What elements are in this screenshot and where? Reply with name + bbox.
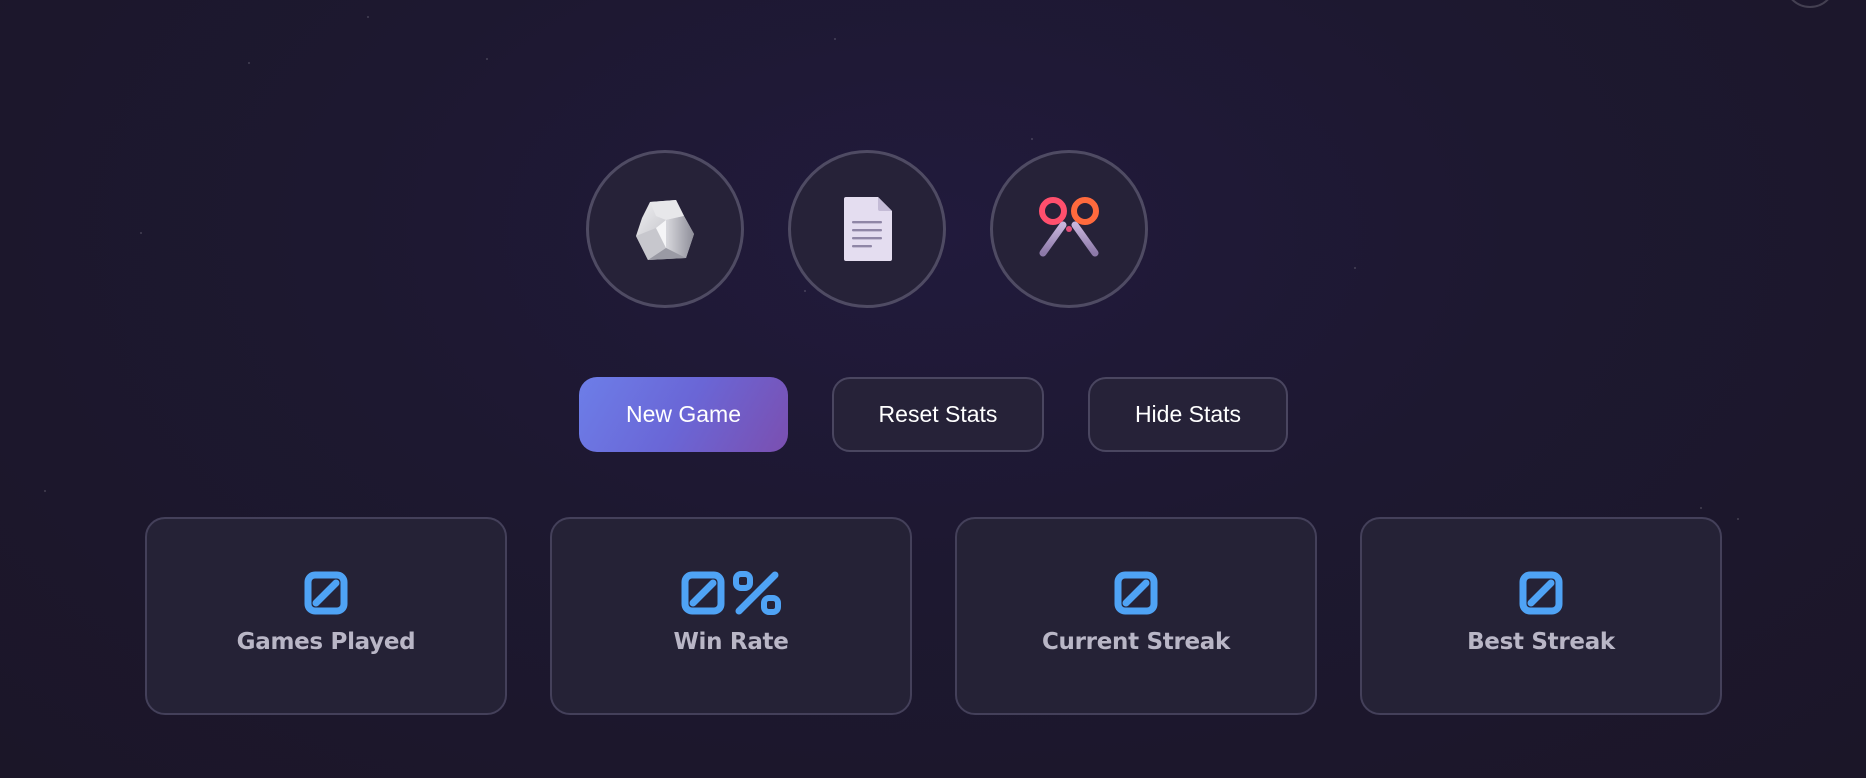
background-star [834, 38, 836, 40]
stat-label: Best Streak [1467, 629, 1615, 655]
paper-icon [844, 197, 892, 261]
background-star [486, 58, 488, 60]
rock-icon [636, 200, 694, 260]
best-streak-value: 0 [1519, 571, 1563, 615]
stat-card-current-streak: 0 Current Streak [955, 517, 1317, 715]
background-star [1700, 507, 1702, 509]
reset-stats-button[interactable]: Reset Stats [832, 377, 1044, 452]
stat-label: Games Played [236, 629, 416, 655]
current-streak-value: 0 [1114, 571, 1158, 615]
background-star [248, 62, 250, 64]
rock-button[interactable] [586, 150, 744, 308]
win-rate-value: 0% [681, 571, 781, 615]
stats-panel: 0 Games Played 0% Win Rate 0 [145, 517, 1722, 715]
background-star [1737, 518, 1739, 520]
stat-label: Win Rate [673, 629, 789, 655]
games-played-value: 0 [304, 571, 348, 615]
zero-glyph [304, 571, 348, 615]
zero-glyph [1114, 571, 1158, 615]
zero-glyph [1519, 571, 1563, 615]
new-game-button[interactable]: New Game [579, 377, 788, 452]
action-row: New Game Reset Stats Hide Stats [579, 377, 1288, 452]
stat-label: Current Streak [1041, 629, 1231, 655]
stat-card-games-played: 0 Games Played [145, 517, 507, 715]
corner-decoration [1784, 0, 1836, 8]
hide-stats-button[interactable]: Hide Stats [1088, 377, 1288, 452]
scissors-icon [1039, 197, 1099, 257]
scissors-button[interactable] [990, 150, 1148, 308]
stat-card-best-streak: 0 Best Streak [1360, 517, 1722, 715]
choice-row [0, 150, 1866, 308]
background-star [1031, 138, 1033, 140]
zero-glyph [681, 571, 725, 615]
percent-glyph [733, 571, 781, 615]
paper-button[interactable] [788, 150, 946, 308]
background-star [44, 490, 46, 492]
background-star [367, 16, 369, 18]
stat-card-win-rate: 0% Win Rate [550, 517, 912, 715]
